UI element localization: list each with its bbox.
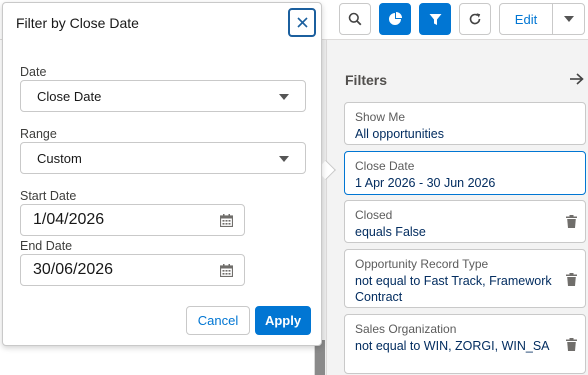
start-date-input[interactable]: 1/04/2026 — [20, 204, 245, 236]
range-label: Range — [20, 127, 57, 141]
filter-card-closed[interactable]: Closed equals False — [344, 200, 586, 243]
end-date-input[interactable]: 30/06/2026 — [20, 254, 245, 286]
filter-card-value: not equal to WIN, ZORGI, WIN_SA — [355, 339, 550, 353]
filter-card-close-date[interactable]: Close Date 1 Apr 2026 - 30 Jun 2026 — [344, 151, 586, 195]
filters-title: Filters — [345, 72, 388, 88]
popover-title: Filter by Close Date — [16, 15, 139, 31]
close-popover-button[interactable] — [288, 8, 316, 37]
cancel-button[interactable]: Cancel — [186, 306, 250, 335]
remove-filter-button[interactable] — [566, 338, 577, 354]
start-date-label: Start Date — [20, 189, 77, 203]
filter-card-value: All opportunities — [355, 127, 444, 141]
filter-card-label: Closed — [355, 208, 393, 222]
edit-button-label: Edit — [514, 11, 538, 27]
start-date-value: 1/04/2026 — [33, 211, 105, 228]
arrow-right-icon — [570, 73, 584, 85]
refresh-icon — [469, 13, 481, 25]
filter-icon — [429, 13, 441, 25]
date-field-label: Date — [20, 65, 47, 79]
filter-card-label: Close Date — [355, 159, 415, 173]
close-icon — [296, 17, 308, 28]
search-icon — [348, 12, 362, 26]
trash-icon — [566, 215, 577, 228]
filter-card-value: 1 Apr 2026 - 30 Jun 2026 — [355, 176, 496, 190]
trash-icon — [566, 338, 577, 351]
remove-filter-button[interactable] — [566, 273, 577, 289]
apply-button[interactable]: Apply — [255, 306, 311, 335]
collapse-panel-button[interactable] — [570, 72, 584, 89]
filters-panel: Filters Show Me All opportunities Close … — [326, 40, 588, 375]
chart-icon — [389, 12, 402, 25]
remove-filter-button[interactable] — [566, 215, 577, 231]
date-field-value: Close Date — [37, 89, 102, 104]
chevron-down-icon — [563, 16, 574, 22]
calendar-icon[interactable] — [219, 264, 234, 280]
filter-card-label: Sales Organization — [355, 322, 457, 336]
filter-card-label: Opportunity Record Type — [355, 257, 489, 271]
edit-menu-button[interactable] — [552, 3, 585, 35]
filter-card-show-me[interactable]: Show Me All opportunities — [344, 102, 586, 145]
filter-card-value: not equal to Fast Track, Framework Contr… — [355, 274, 552, 304]
date-field-select[interactable]: Close Date — [20, 80, 306, 112]
chart-button[interactable] — [379, 3, 411, 35]
calendar-icon[interactable] — [219, 214, 234, 230]
range-select[interactable]: Custom — [20, 142, 306, 174]
range-value: Custom — [37, 151, 82, 166]
filter-card-label: Show Me — [355, 110, 406, 124]
refresh-button[interactable] — [459, 3, 491, 35]
filter-card-value: equals False — [355, 225, 426, 239]
end-date-label: End Date — [20, 239, 73, 253]
edit-button[interactable]: Edit — [499, 3, 553, 35]
chevron-down-icon — [279, 94, 289, 100]
search-button[interactable] — [339, 3, 371, 35]
end-date-value: 30/06/2026 — [33, 261, 114, 278]
chevron-down-icon — [279, 156, 289, 162]
trash-icon — [566, 273, 577, 286]
filter-button[interactable] — [419, 3, 451, 35]
filter-card-sales-organization[interactable]: Sales Organization not equal to WIN, ZOR… — [344, 314, 586, 374]
filter-popover: Filter by Close Date Date Close Date Ran… — [2, 2, 322, 346]
filter-card-opportunity-record-type[interactable]: Opportunity Record Type not equal to Fas… — [344, 249, 586, 308]
